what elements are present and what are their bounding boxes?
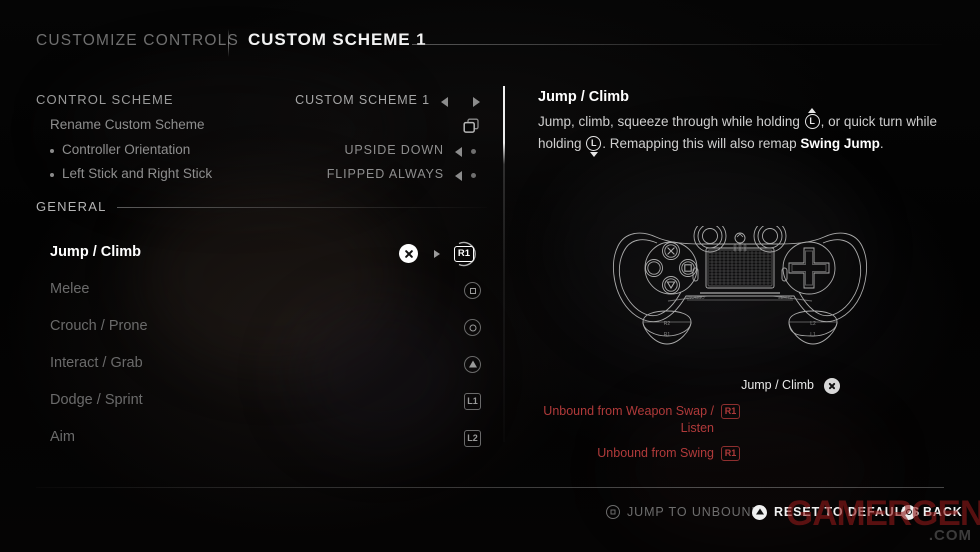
l1-button-icon[interactable]: L1 xyxy=(460,389,486,415)
r1-badge-label: R1 xyxy=(721,446,740,461)
row-control-scheme[interactable]: CONTROL SCHEME CUSTOM SCHEME 1 xyxy=(36,89,486,113)
circle-button-icon xyxy=(901,504,916,520)
svg-text:R1: R1 xyxy=(664,332,671,338)
r1-button-icon: R1 xyxy=(721,404,740,419)
svg-text:SHARE: SHARE xyxy=(778,295,793,300)
desc-bold-swing-jump: Swing Jump xyxy=(800,136,880,151)
binding-row-jump-climb[interactable]: Jump / Climb R1 xyxy=(50,241,486,267)
binding-row-melee[interactable]: Melee xyxy=(50,278,486,304)
binding-row-interact-grab[interactable]: Interact / Grab xyxy=(50,352,486,378)
chevron-left-icon[interactable] xyxy=(441,97,448,107)
svg-text:OPTIONS: OPTIONS xyxy=(685,295,704,300)
row-control-scheme-label: CONTROL SCHEME xyxy=(36,92,174,107)
svg-text:R2: R2 xyxy=(664,321,671,327)
section-title-general: GENERAL xyxy=(36,199,107,214)
left-stick-down-icon: L xyxy=(586,136,602,157)
detail-description: Jump, climb, squeeze through while holdi… xyxy=(538,108,950,157)
l1-badge-label: L1 xyxy=(464,393,481,410)
binding-label: Aim xyxy=(50,429,75,445)
square-button-icon xyxy=(606,505,620,519)
legend-label: Unbound from Weapon Swap / Listen xyxy=(543,404,714,435)
footer-action-reset-to-defaults[interactable]: RESET TO DEFAULTS xyxy=(752,503,920,521)
l2-badge-label: L2 xyxy=(464,430,481,447)
svg-text:L1: L1 xyxy=(810,332,816,338)
binding-row-crouch-prone[interactable]: Crouch / Prone xyxy=(50,315,486,341)
left-stick-up-icon: L xyxy=(804,108,820,129)
chevron-right-icon[interactable] xyxy=(473,97,480,107)
row-rename-custom-scheme[interactable]: Rename Custom Scheme xyxy=(50,114,486,138)
desc-part-4: . xyxy=(879,136,884,151)
pending-binding-r1[interactable]: R1 xyxy=(450,241,480,267)
section-rule xyxy=(117,207,487,208)
binding-row-aim[interactable]: Aim L2 xyxy=(50,426,486,452)
footer-action-label: JUMP TO UNBOUND xyxy=(627,505,762,519)
row-stick-flip-label: Left Stick and Right Stick xyxy=(62,166,213,181)
binding-label: Dodge / Sprint xyxy=(50,392,143,408)
cross-button-icon xyxy=(824,378,840,394)
footer-action-jump-to-unbound[interactable]: JUMP TO UNBOUND xyxy=(606,503,761,521)
footer-action-back[interactable]: BACK xyxy=(901,503,963,521)
r1-button-icon: R1 xyxy=(721,446,740,461)
binding-label: Interact / Grab xyxy=(50,355,143,371)
binding-label: Crouch / Prone xyxy=(50,318,148,334)
chevron-left-icon[interactable] xyxy=(455,147,462,157)
r1-badge-label: R1 xyxy=(454,246,474,262)
cross-button-icon[interactable] xyxy=(399,244,418,263)
row-stick-flip[interactable]: Left Stick and Right Stick FLIPPED ALWAY… xyxy=(50,163,486,187)
legend-row-unbound-weapon-swap: Unbound from Weapon Swap / Listen R1 xyxy=(535,403,740,437)
row-controller-orientation[interactable]: Controller Orientation UPSIDE DOWN xyxy=(50,139,486,163)
footer-action-label: RESET TO DEFAULTS xyxy=(774,505,921,519)
ps4-dualshock-wireframe-upside-down-icon: R2 R1 L2 L1 OPTIONS SHARE xyxy=(612,226,868,345)
left-panel: CONTROL SCHEME CUSTOM SCHEME 1 Rename Cu… xyxy=(0,0,505,552)
desc-part-1: Jump, climb, squeeze through while holdi… xyxy=(538,114,804,129)
footer-rule xyxy=(36,487,944,488)
binding-row-dodge-sprint[interactable]: Dodge / Sprint L1 xyxy=(50,389,486,415)
bullet-icon xyxy=(50,149,54,153)
detail-title: Jump / Climb xyxy=(538,89,630,105)
legend-row-unbound-swing: Unbound from Swing R1 xyxy=(565,445,740,463)
dot-indicator-icon[interactable] xyxy=(471,173,476,178)
r1-badge-label: R1 xyxy=(721,404,740,419)
dot-indicator-icon[interactable] xyxy=(471,149,476,154)
chevron-left-icon[interactable] xyxy=(455,171,462,181)
legend-label: Unbound from Swing xyxy=(597,446,714,460)
triangle-button-icon xyxy=(752,504,767,520)
right-panel: Jump / Climb Jump, climb, squeeze throug… xyxy=(505,0,980,552)
game-options-screen: CUSTOMIZE CONTROLS CUSTOM SCHEME 1 CONTR… xyxy=(0,0,980,552)
legend-label: Jump / Climb xyxy=(741,378,814,392)
l2-button-icon[interactable]: L2 xyxy=(460,426,486,452)
row-rename-label: Rename Custom Scheme xyxy=(50,117,205,132)
arrow-right-icon xyxy=(434,250,440,258)
row-control-scheme-value: CUSTOM SCHEME 1 xyxy=(295,93,430,107)
binding-label: Jump / Climb xyxy=(50,244,142,260)
bullet-icon xyxy=(50,173,54,177)
circle-button-icon[interactable] xyxy=(460,315,486,341)
square-button-icon[interactable] xyxy=(460,278,486,304)
triangle-button-icon[interactable] xyxy=(460,352,486,378)
svg-text:L2: L2 xyxy=(810,321,816,327)
binding-label: Melee xyxy=(50,281,90,297)
desc-part-3: . Remapping this will also remap xyxy=(602,136,801,151)
row-orientation-value: UPSIDE DOWN xyxy=(344,143,444,157)
footer-action-label: BACK xyxy=(923,505,963,519)
legend-row-current-binding: Jump / Climb xyxy=(625,377,840,395)
row-stick-flip-value: FLIPPED ALWAYS xyxy=(326,167,444,181)
row-orientation-label: Controller Orientation xyxy=(62,142,191,157)
copy-icon[interactable] xyxy=(463,118,480,134)
